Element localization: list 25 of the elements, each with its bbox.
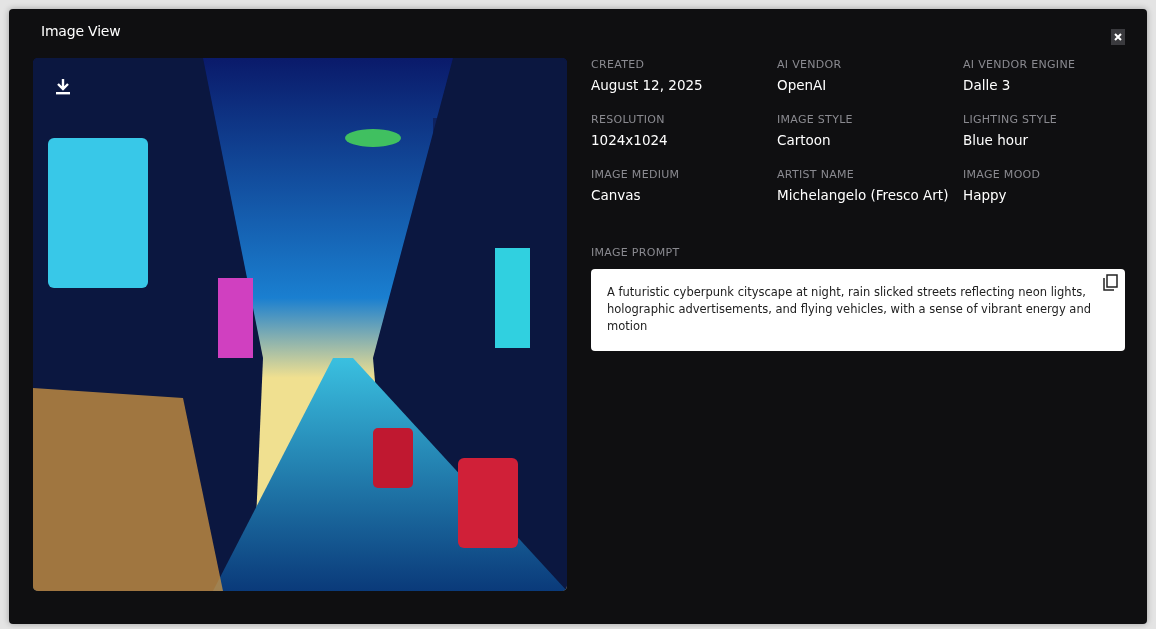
field-value: 1024x1024 [591,131,669,150]
field-label: AI VENDOR ENGINE [963,58,1077,72]
field-label: RESOLUTION [591,113,666,127]
field-value: OpenAI [777,76,828,95]
copy-icon[interactable] [1103,274,1118,291]
field-value: Canvas [591,186,642,205]
field-value: August 12, 2025 [591,76,704,95]
field-value: Happy [963,186,1008,205]
prompt-text: A futuristic cyberpunk cityscape at night, rain slicked streets reflecting neon lights, holographic advertisements, and flying vehicles, with a sense of vibrant energy and motion [607,285,1091,333]
field-label: IMAGE STYLE [777,113,854,127]
dialog-title: Image View [41,23,121,39]
close-button[interactable] [1111,29,1125,45]
field-label: AI VENDOR [777,58,843,72]
download-icon[interactable] [55,78,71,96]
field-label: LIGHTING STYLE [963,113,1059,127]
field-value: Blue hour [963,131,1030,150]
close-icon [1113,32,1123,42]
field-label: IMAGE MEDIUM [591,168,681,182]
field-label: CREATED [591,58,646,72]
field-label: ARTIST NAME [777,168,856,182]
prompt-label: IMAGE PROMPT [591,246,681,260]
field-label: IMAGE MOOD [963,168,1042,182]
field-value: Cartoon [777,131,832,150]
field-value: Michelangelo (Fresco Art) [777,186,950,205]
field-value: Dalle 3 [963,76,1012,95]
